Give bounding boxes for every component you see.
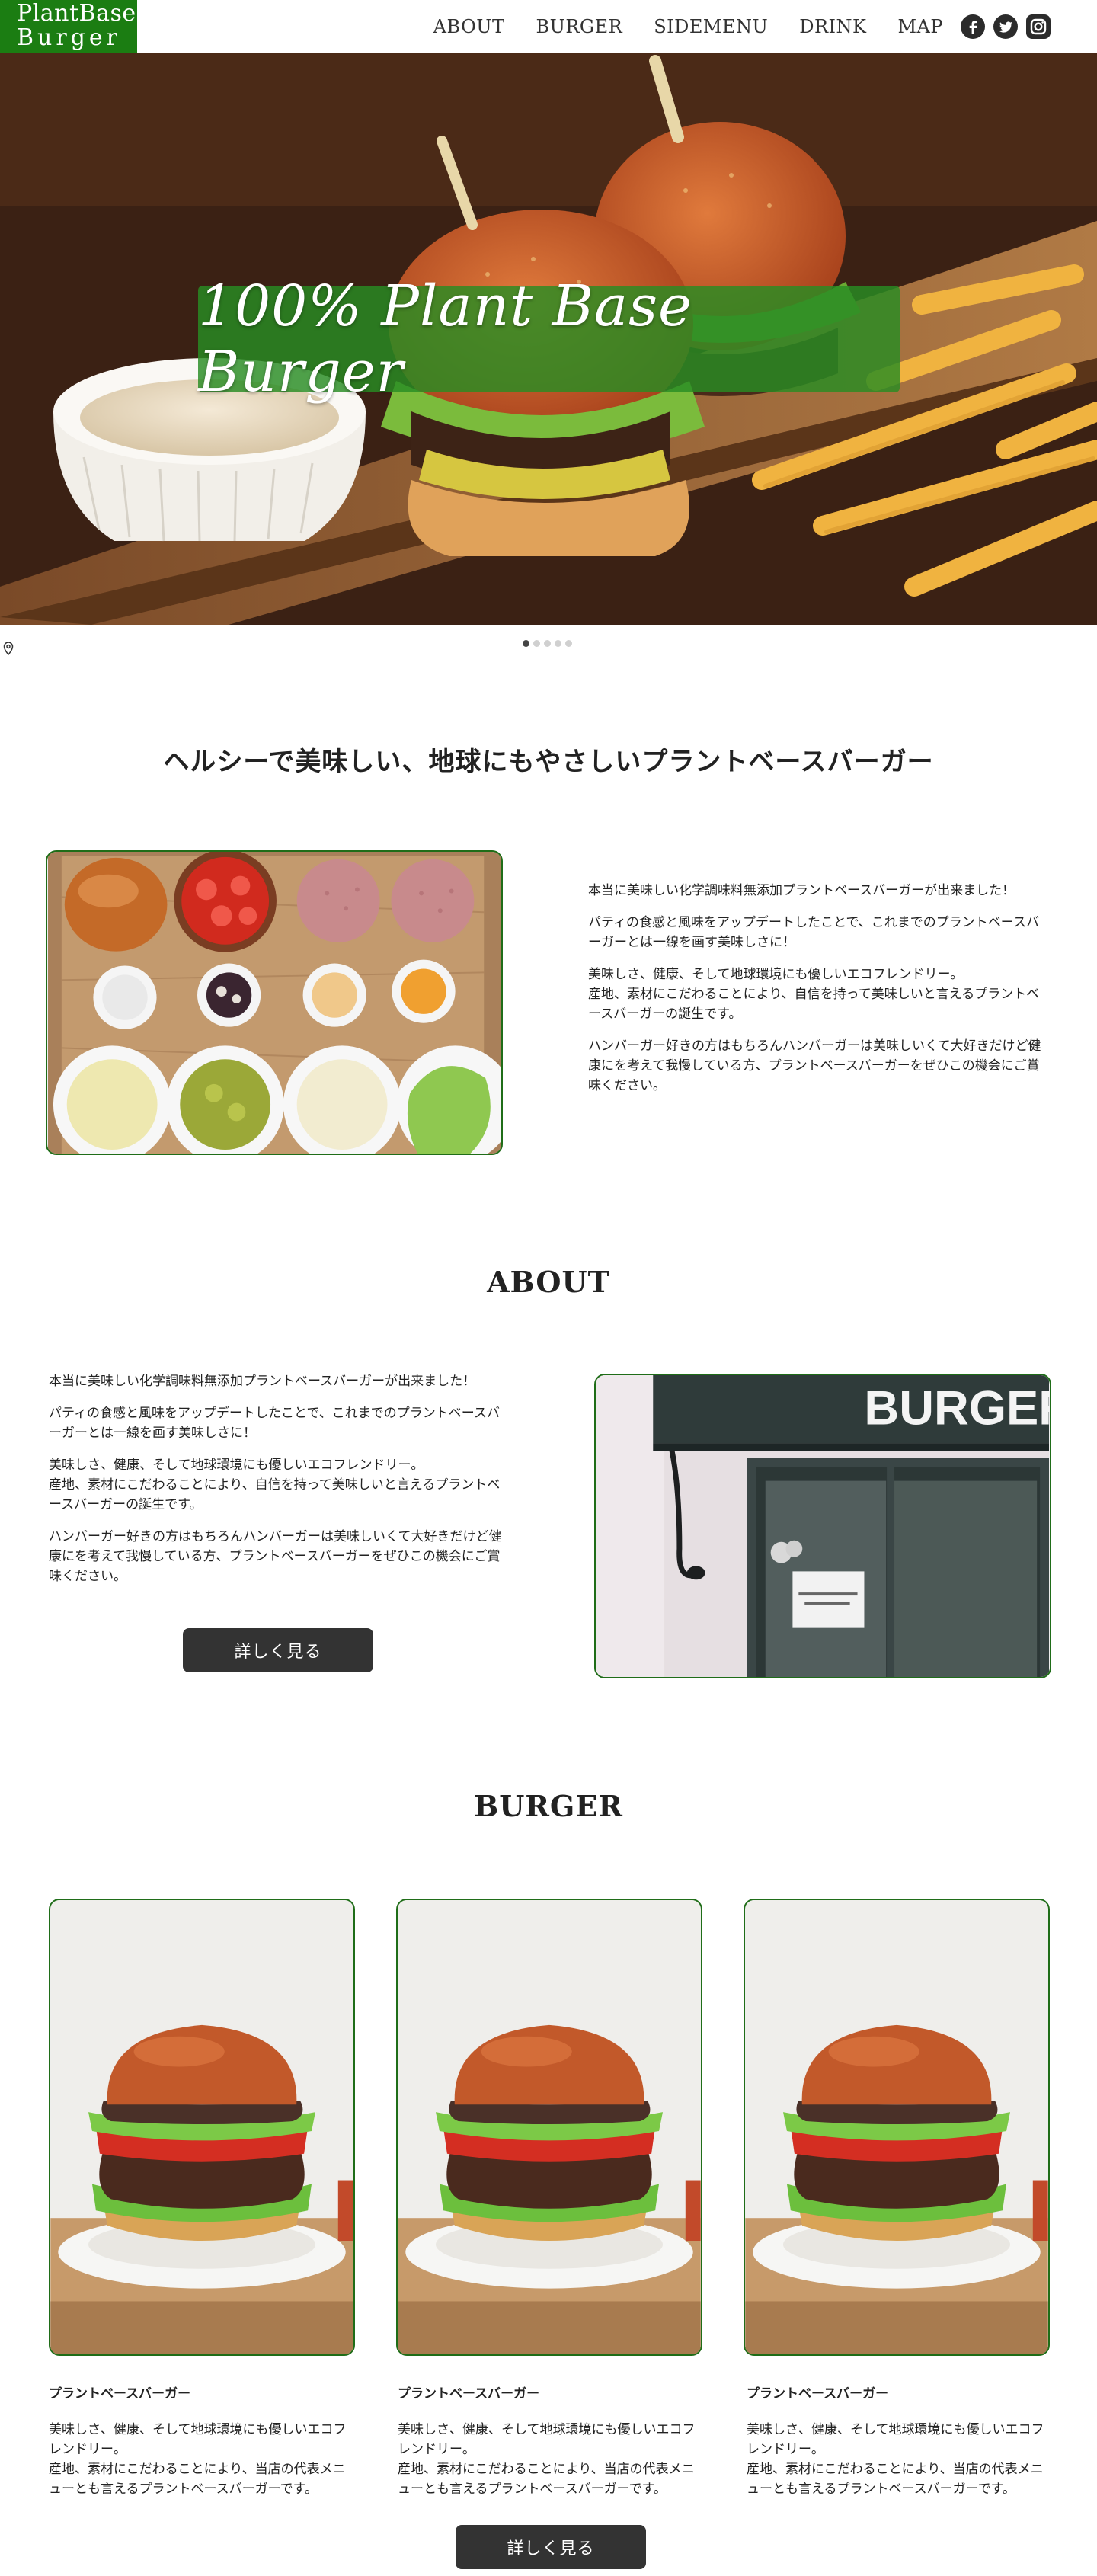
- nav-map[interactable]: MAP: [897, 16, 943, 37]
- nav-sidemenu[interactable]: SIDEMENU: [654, 16, 768, 37]
- twitter-icon[interactable]: [993, 14, 1019, 40]
- facebook-icon[interactable]: [960, 14, 986, 40]
- hero-banner-text: 100% Plant Base Burger: [198, 274, 692, 405]
- logo-line-2: Burger: [17, 24, 122, 51]
- intro-text: 本当に美味しい化学調味料無添加プラントベースバーガーが出来ました！ パティの食感…: [588, 881, 1045, 1108]
- slider-dot-2[interactable]: [533, 640, 540, 647]
- main-nav: ABOUT BURGER SIDEMENU DRINK MAP: [433, 0, 943, 53]
- storefront-sign-text: BURGER: [864, 1381, 1050, 1435]
- about-title: ABOUT: [487, 1265, 610, 1299]
- hero-slider[interactable]: 100% Plant Base Burger: [0, 53, 1097, 625]
- intro-paragraph: パティの食感と風味をアップデートしたことで、これまでのプラントベースバーガーとは…: [588, 913, 1045, 952]
- about-more-button[interactable]: 詳しく見る: [183, 1628, 373, 1672]
- location-pin-icon[interactable]: [3, 642, 14, 655]
- about-paragraph: ハンバーガー好きの方はもちろんハンバーガーは美味しいくて大好きだけど健康にを考え…: [49, 1529, 502, 1584]
- burger-card-title[interactable]: プラントベースバーガー: [747, 2382, 888, 2402]
- intro-paragraph: 美味しさ、健康、そして地球環境にも優しいエコフレンドリー。 産地、素材にこだわる…: [588, 967, 1040, 1022]
- burger-card-desc: 美味しさ、健康、そして地球環境にも優しいエコフレンドリー。 産地、素材にこだわる…: [747, 2422, 1044, 2497]
- nav-drink[interactable]: DRINK: [799, 16, 866, 37]
- burger-card-title[interactable]: プラントベースバーガー: [398, 2382, 539, 2402]
- site-header: PlantBase Burger ABOUT BURGER SIDEMENU D…: [0, 0, 1097, 53]
- intro-paragraph: 本当に美味しい化学調味料無添加プラントベースバーガーが出来ました！: [588, 883, 1015, 898]
- logo-line-1: PlantBase: [17, 0, 136, 27]
- burger-card-desc: 美味しさ、健康、そして地球環境にも優しいエコフレンドリー。 産地、素材にこだわる…: [49, 2422, 347, 2497]
- instagram-icon[interactable]: [1025, 14, 1051, 40]
- site-logo[interactable]: PlantBase Burger: [0, 0, 137, 53]
- about-paragraph: 美味しさ、健康、そして地球環境にも優しいエコフレンドリー。 産地、素材にこだわる…: [49, 1458, 501, 1512]
- intro-tagline: ヘルシーで美味しい、地球にもやさしいプラントベースバーガー: [163, 747, 934, 777]
- intro-paragraph: ハンバーガー好きの方はもちろんハンバーガーは美味しいくて大好きだけど健康にを考え…: [588, 1038, 1041, 1093]
- hero-banner: 100% Plant Base Burger: [198, 274, 900, 405]
- burger-card-photo[interactable]: [49, 1899, 355, 2356]
- nav-burger[interactable]: BURGER: [536, 16, 622, 37]
- about-text: 本当に美味しい化学調味料無添加プラントベースバーガーが出来ました！ パティの食感…: [49, 1371, 506, 1598]
- storefront-photo: BURGER: [594, 1374, 1051, 1678]
- burger-title: BURGER: [474, 1789, 623, 1823]
- ingredients-photo: [46, 850, 503, 1155]
- about-paragraph: パティの食感と風味をアップデートしたことで、これまでのプラントベースバーガーとは…: [49, 1406, 500, 1441]
- burger-card-photo[interactable]: [396, 1899, 702, 2356]
- social-links: [960, 14, 1051, 40]
- slider-dots: [523, 640, 576, 647]
- nav-about[interactable]: ABOUT: [433, 16, 505, 37]
- slider-dot-1[interactable]: [523, 640, 529, 647]
- burger-card-desc: 美味しさ、健康、そして地球環境にも優しいエコフレンドリー。 産地、素材にこだわる…: [398, 2422, 696, 2497]
- slider-dot-4[interactable]: [555, 640, 561, 647]
- slider-dot-3[interactable]: [544, 640, 551, 647]
- about-paragraph: 本当に美味しい化学調味料無添加プラントベースバーガーが出来ました！: [49, 1374, 476, 1389]
- slider-dot-5[interactable]: [565, 640, 572, 647]
- burger-card-photo[interactable]: [744, 1899, 1050, 2356]
- burger-card-title[interactable]: プラントベースバーガー: [49, 2382, 190, 2402]
- burger-more-button[interactable]: 詳しく見る: [456, 2525, 646, 2569]
- intro-paragraph-text: パティの食感と風味をアップデートしたことで、これまでのプラントベースバーガーとは…: [588, 915, 1039, 950]
